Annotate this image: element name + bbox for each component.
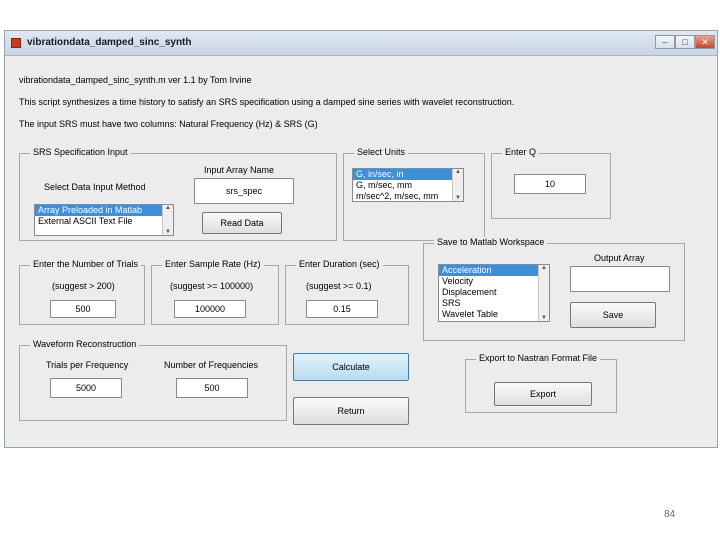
input-array-label: Input Array Name <box>204 165 275 175</box>
figure-content: vibrationdata_damped_sinc_synth.m ver 1.… <box>5 55 717 447</box>
duration-hint: (suggest >= 0.1) <box>306 281 372 291</box>
header-line-2: This script synthesizes a time history t… <box>19 97 515 107</box>
window-title: vibrationdata_damped_sinc_synth <box>27 37 192 48</box>
read-data-button[interactable]: Read Data <box>202 212 282 234</box>
header-line-3: The input SRS must have two columns: Nat… <box>19 119 318 129</box>
input-array-field[interactable]: srs_spec <box>194 178 294 204</box>
trials-per-frequency-field[interactable]: 5000 <box>50 378 122 398</box>
output-array-label: Output Array <box>594 253 645 263</box>
workspace-option[interactable]: Wavelet Table <box>439 309 549 320</box>
units-title: Select Units <box>354 147 409 157</box>
save-button[interactable]: Save <box>570 302 656 328</box>
close-button[interactable]: ✕ <box>695 35 715 49</box>
minimize-button[interactable]: – <box>655 35 675 49</box>
units-option[interactable]: G, in/sec, in <box>353 169 463 180</box>
workspace-option[interactable]: Acceleration <box>439 265 549 276</box>
maximize-button[interactable]: □ <box>675 35 695 49</box>
output-array-field[interactable] <box>570 266 670 292</box>
units-option[interactable]: m/sec^2, m/sec, mm <box>353 191 463 201</box>
export-button[interactable]: Export <box>494 382 592 406</box>
trials-hint: (suggest > 200) <box>52 281 115 291</box>
trials-title: Enter the Number of Trials <box>30 259 142 269</box>
workspace-title: Save to Matlab Workspace <box>434 237 548 247</box>
workspace-list[interactable]: Acceleration Velocity Displacement SRS W… <box>438 264 550 322</box>
srs-spec-panel: SRS Specification Input Input Array Name… <box>19 147 337 241</box>
sample-rate-panel: Enter Sample Rate (Hz) (suggest >= 10000… <box>151 259 279 325</box>
export-panel: Export to Nastran Format File Export <box>465 353 617 413</box>
duration-field[interactable]: 0.15 <box>306 300 378 318</box>
units-panel: Select Units G, in/sec, in G, m/sec, mm … <box>343 147 485 241</box>
waveform-panel: Waveform Reconstruction Trials per Frequ… <box>19 339 287 421</box>
q-title: Enter Q <box>502 147 540 157</box>
method-option[interactable]: Array Preloaded in Matlab <box>35 205 173 216</box>
list-scrollbar[interactable]: ▲ ▼ <box>452 169 463 201</box>
workspace-option[interactable]: Velocity <box>439 276 549 287</box>
calculate-button[interactable]: Calculate <box>293 353 409 381</box>
trials-per-frequency-label: Trials per Frequency <box>46 360 129 370</box>
method-option[interactable]: External ASCII Text File <box>35 216 173 227</box>
workspace-panel: Save to Matlab Workspace Acceleration Ve… <box>423 237 685 341</box>
duration-title: Enter Duration (sec) <box>296 259 383 269</box>
export-title: Export to Nastran Format File <box>476 353 601 363</box>
number-of-frequencies-field[interactable]: 500 <box>176 378 248 398</box>
input-method-label: Select Data Input Method <box>44 182 146 192</box>
duration-panel: Enter Duration (sec) (suggest >= 0.1) 0.… <box>285 259 409 325</box>
sample-rate-title: Enter Sample Rate (Hz) <box>162 259 264 269</box>
list-scrollbar[interactable]: ▲ ▼ <box>538 265 549 321</box>
slide-number: 84 <box>664 509 676 520</box>
number-of-frequencies-label: Number of Frequencies <box>164 360 259 370</box>
matlab-icon <box>11 38 21 48</box>
waveform-title: Waveform Reconstruction <box>30 339 140 349</box>
units-option[interactable]: G, m/sec, mm <box>353 180 463 191</box>
app-window: vibrationdata_damped_sinc_synth – □ ✕ vi… <box>4 30 718 448</box>
sample-rate-hint: (suggest >= 100000) <box>170 281 254 291</box>
title-bar[interactable]: vibrationdata_damped_sinc_synth – □ ✕ <box>5 31 717 56</box>
q-panel: Enter Q 10 <box>491 147 611 219</box>
workspace-option[interactable]: Displacement <box>439 287 549 298</box>
units-list[interactable]: G, in/sec, in G, m/sec, mm m/sec^2, m/se… <box>352 168 464 202</box>
q-field[interactable]: 10 <box>514 174 586 194</box>
srs-spec-title: SRS Specification Input <box>30 147 131 157</box>
workspace-option[interactable]: SRS <box>439 298 549 309</box>
trials-field[interactable]: 500 <box>50 300 116 318</box>
header-line-1: vibrationdata_damped_sinc_synth.m ver 1.… <box>19 75 252 85</box>
trials-panel: Enter the Number of Trials (suggest > 20… <box>19 259 145 325</box>
input-method-list[interactable]: Array Preloaded in Matlab External ASCII… <box>34 204 174 236</box>
sample-rate-field[interactable]: 100000 <box>174 300 246 318</box>
list-scrollbar[interactable]: ▲ ▼ <box>162 205 173 235</box>
return-button[interactable]: Return <box>293 397 409 425</box>
